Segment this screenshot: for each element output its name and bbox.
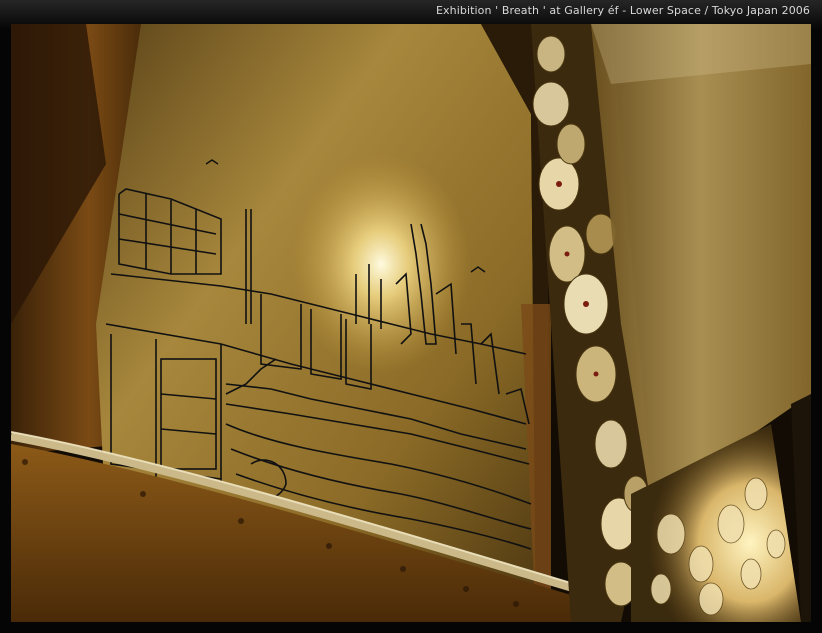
gallery-photo [11,24,811,622]
photo-caption: Exhibition ' Breath ' at Gallery éf - Lo… [435,4,810,17]
photo-frame: Exhibition ' Breath ' at Gallery éf - Lo… [0,0,822,633]
photo-illustration [11,24,811,622]
spotlight-highlight [291,154,471,374]
